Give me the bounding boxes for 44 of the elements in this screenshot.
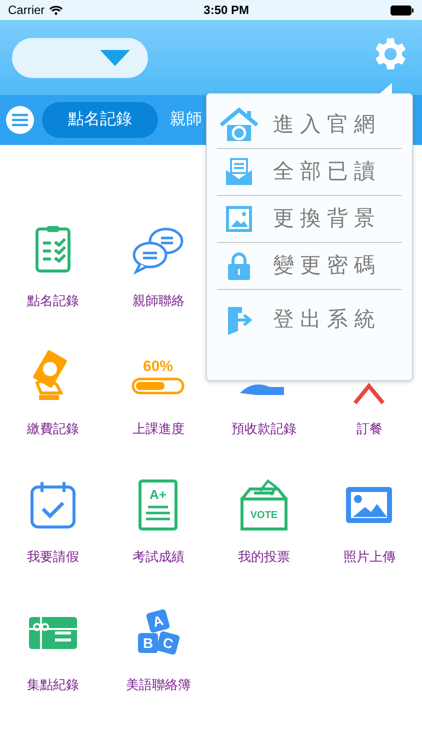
mail-icon (223, 156, 255, 188)
feature-label[interactable]: 考試成績 (132, 547, 184, 566)
feature-label[interactable]: 集點紀錄 (26, 675, 79, 694)
feature-label[interactable]: 親師聯絡 (132, 291, 184, 310)
block-letter: B (143, 635, 154, 651)
menu-item-label: 進入官網 (273, 112, 381, 138)
percent-label: 60% (143, 358, 174, 375)
menu-item-label: 登出系統 (273, 307, 381, 334)
chevron-icon (353, 383, 386, 405)
ballot-box-icon (240, 479, 288, 530)
menu-item-label: 更換背景 (273, 206, 381, 232)
menu-item[interactable]: 登出系統 (217, 290, 402, 350)
menu-button[interactable] (6, 106, 34, 134)
carrier-name: Carrier (8, 2, 45, 19)
feature-label[interactable]: 繳費記錄 (26, 419, 79, 438)
menu-item-label: 全部已讀 (273, 159, 381, 186)
dropdown-button[interactable] (12, 38, 148, 78)
menu-item[interactable]: 進入官網 (217, 102, 402, 149)
feature-label[interactable]: 預收款記錄 (231, 419, 296, 438)
progress-bar-icon (132, 378, 184, 394)
tab[interactable]: 點名記錄 (42, 102, 158, 138)
feature-label[interactable]: 我的投票 (238, 547, 290, 566)
caret-icon (100, 50, 130, 66)
feature-label[interactable]: 點名記錄 (26, 291, 79, 310)
feature-label[interactable]: 上課進度 (132, 419, 184, 438)
grade-sheet-icon (138, 480, 178, 530)
clock: 3:50 PM (204, 2, 250, 19)
feature-label[interactable]: 照片上傳 (343, 547, 396, 566)
menu-item[interactable]: 更換背景 (217, 196, 402, 243)
menu-item-label: 變更密碼 (273, 253, 381, 280)
vote-label: VOTE (250, 510, 278, 521)
block-letter: A (151, 612, 166, 630)
battery-icon (390, 4, 414, 16)
feature-label[interactable]: 美語聯絡簿 (126, 675, 191, 694)
image-icon (223, 203, 255, 235)
menu-item[interactable]: 變更密碼 (217, 243, 402, 290)
feature-label[interactable]: 訂餐 (356, 419, 382, 438)
block-letter: C (161, 634, 176, 652)
feature-label[interactable]: 我要請假 (26, 547, 79, 566)
grade-label: A+ (150, 487, 167, 502)
home-icon (219, 107, 259, 143)
menu-item[interactable]: 全部已讀 (217, 149, 402, 196)
wifi-icon (48, 5, 63, 15)
menu-icon (12, 113, 28, 127)
